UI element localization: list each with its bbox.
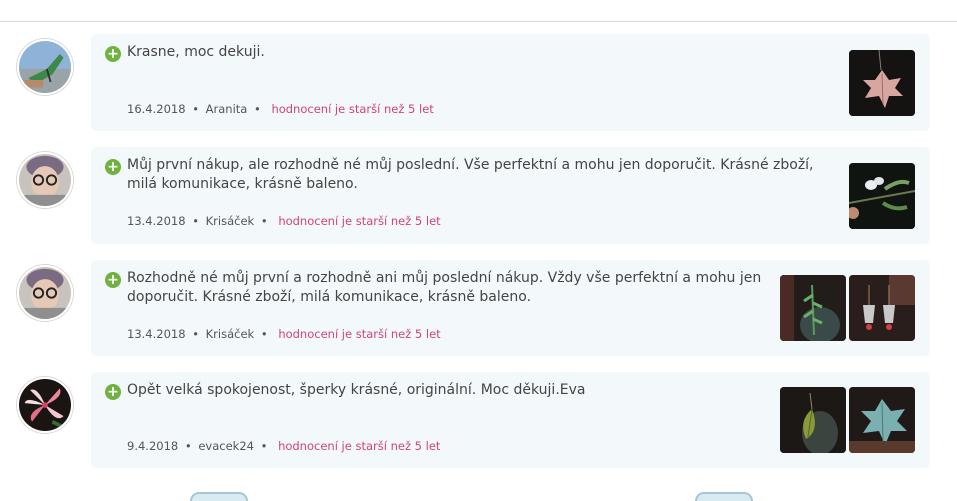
positive-plus-icon: + <box>105 159 121 175</box>
product-thumbnail[interactable] <box>849 387 915 453</box>
review-meta: 13.4.2018 • Krisáček • hodnocení je star… <box>127 327 441 341</box>
review-card: + Opět velká spokojenost, šperky krásné,… <box>91 372 930 468</box>
separator: • <box>260 214 268 228</box>
review-meta: 9.4.2018 • evacek24 • hodnocení je starš… <box>127 439 440 453</box>
separator: • <box>260 439 268 453</box>
product-thumbnail[interactable] <box>780 387 846 453</box>
positive-plus-icon: + <box>105 46 121 62</box>
review-text: Opět velká spokojenost, šperky krásné, o… <box>127 382 586 398</box>
separator: • <box>192 327 199 341</box>
positive-plus-icon: + <box>105 384 121 400</box>
avatar-krisacek-image <box>19 154 71 206</box>
turquoise-leaf-photo <box>849 387 915 453</box>
review-date: 13.4.2018 <box>127 214 186 228</box>
separator: • <box>192 102 199 116</box>
separator: • <box>184 439 192 453</box>
review-meta: 13.4.2018 • Krisáček • hodnocení je star… <box>127 214 441 228</box>
review-author[interactable]: Krisáček <box>206 214 255 228</box>
review-author[interactable]: Krisáček <box>206 327 255 341</box>
leaf-pendant-photo <box>780 387 846 453</box>
review-card: + Rozhodně né můj první a rozhodně ani m… <box>91 260 930 356</box>
product-thumbnail[interactable] <box>780 275 846 341</box>
avatar[interactable] <box>17 39 73 95</box>
review-text: Krasne, moc dekuji. <box>127 44 265 60</box>
avatar-evacek24-image <box>19 379 71 431</box>
separator: • <box>260 327 268 341</box>
maple-leaf-pendant-photo <box>849 50 915 116</box>
avatar[interactable] <box>17 152 73 208</box>
review-date: 16.4.2018 <box>127 102 186 116</box>
review-author[interactable]: evacek24 <box>198 439 254 453</box>
review-date: 13.4.2018 <box>127 327 186 341</box>
pagination-prev-button[interactable] <box>190 492 248 501</box>
avatar-aranita-image <box>19 41 71 93</box>
avatar[interactable] <box>17 265 73 321</box>
review-date: 9.4.2018 <box>127 439 179 453</box>
review-author[interactable]: Aranita <box>206 102 248 116</box>
age-note: hodnocení je starší než 5 let <box>278 327 441 341</box>
avatar[interactable] <box>17 377 73 433</box>
age-note: hodnocení je starší než 5 let <box>278 214 441 228</box>
positive-plus-icon: + <box>105 272 121 288</box>
avatar-krisacek-image <box>19 267 71 319</box>
product-thumbnail[interactable] <box>849 50 915 116</box>
mistletoe-hairpin-photo <box>849 163 915 229</box>
top-divider <box>0 21 957 22</box>
pagination-next-button[interactable] <box>695 492 753 501</box>
review-text: Rozhodně né můj první a rozhodně ani můj… <box>127 270 762 305</box>
age-note: hodnocení je starší než 5 let <box>278 439 441 453</box>
bead-earrings-photo <box>849 275 915 341</box>
product-thumbnail[interactable] <box>849 163 915 229</box>
product-thumbnail[interactable] <box>849 275 915 341</box>
separator: • <box>253 102 261 116</box>
review-card: + Můj první nákup, ale rozhodně né můj p… <box>91 147 930 244</box>
review-meta: 16.4.2018 • Aranita • hodnocení je starš… <box>127 102 434 116</box>
separator: • <box>192 214 199 228</box>
review-text: Můj první nákup, ale rozhodně né můj pos… <box>127 157 814 192</box>
fern-pendant-photo <box>780 275 846 341</box>
review-card: + Krasne, moc dekuji. 16.4.2018 • Aranit… <box>91 34 930 131</box>
age-note: hodnocení je starší než 5 let <box>271 102 434 116</box>
